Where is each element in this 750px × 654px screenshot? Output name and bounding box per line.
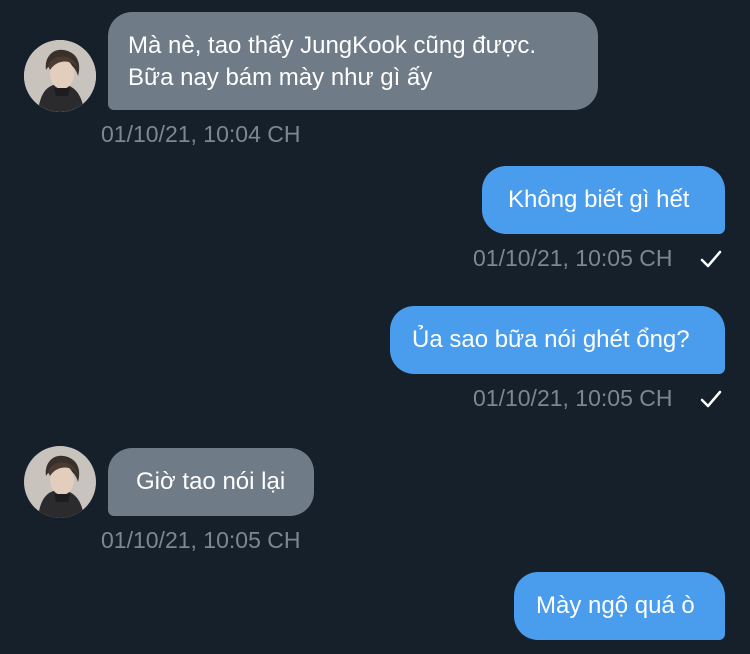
message-bubble[interactable]: Không biết gì hết xyxy=(482,166,725,234)
chat-screen: { "theme": { "background": "#15202b", "i… xyxy=(0,0,750,654)
read-check-icon xyxy=(700,248,722,270)
user-avatar-icon[interactable] xyxy=(24,40,96,112)
message-bubble[interactable]: Ủa sao bữa nói ghét ổng? xyxy=(390,306,725,374)
message-timestamp: 01/10/21, 10:05 CH xyxy=(101,527,301,553)
message-timestamp: 01/10/21, 10:05 CH xyxy=(473,245,673,271)
user-avatar-icon[interactable] xyxy=(24,446,96,518)
avatar-image xyxy=(24,446,96,518)
message-bubble[interactable]: Mà nè, tao thấy JungKook cũng được. Bữa … xyxy=(108,12,598,110)
avatar-image xyxy=(24,40,96,112)
read-check-icon xyxy=(700,388,722,410)
message-bubble[interactable]: Mày ngộ quá ò xyxy=(514,572,725,640)
message-timestamp: 01/10/21, 10:05 CH xyxy=(473,385,673,411)
message-timestamp: 01/10/21, 10:04 CH xyxy=(101,121,301,147)
message-bubble[interactable]: Giờ tao nói lại xyxy=(108,448,314,516)
